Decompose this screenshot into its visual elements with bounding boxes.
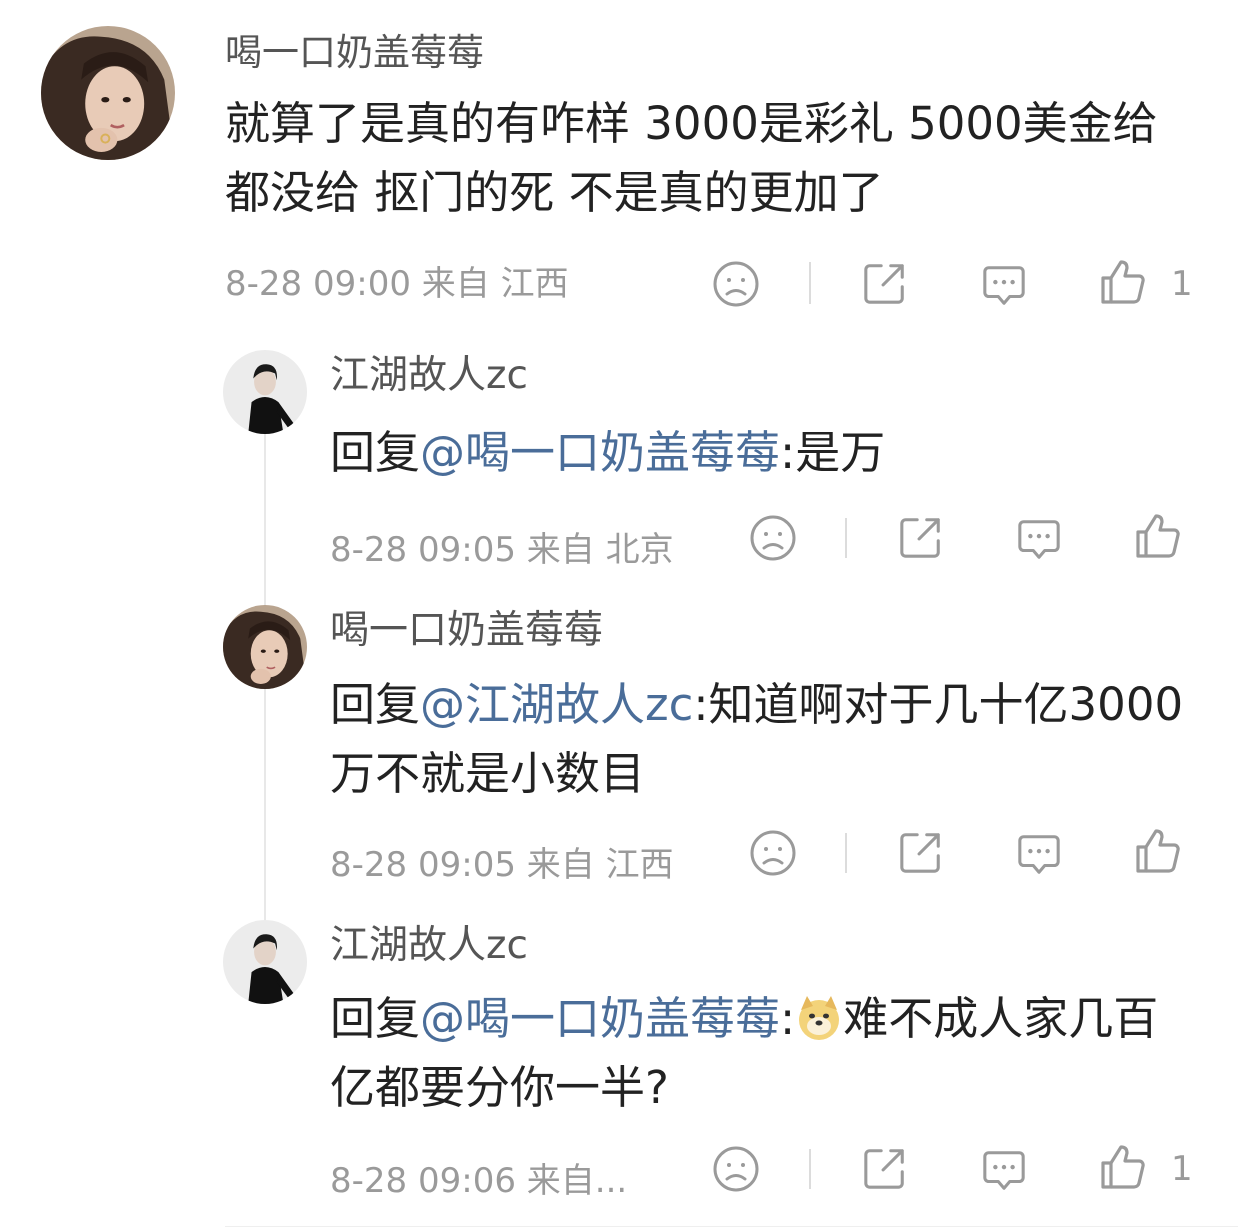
reply-body: : — [780, 992, 796, 1045]
thumbs-up-icon[interactable] — [1099, 258, 1147, 306]
share-icon[interactable] — [861, 260, 909, 306]
sad-face-icon[interactable] — [712, 260, 760, 308]
reply-meta: 8-28 09:05 来自 江西 — [330, 845, 674, 885]
avatar[interactable] — [223, 605, 307, 689]
thumbs-up-icon[interactable] — [1134, 827, 1182, 875]
comment-meta: 8-28 09:00 来自 江西 — [225, 264, 569, 304]
reply-text: 回复@喝一口奶盖莓莓: 难不成人家几百亿都要分你一半? — [330, 984, 1195, 1122]
separator — [845, 518, 847, 558]
reply-text: 回复@江湖故人zc:知道啊对于几十亿3000万不就是小数目 — [330, 670, 1195, 808]
reply-author[interactable]: 江湖故人zc — [330, 922, 528, 970]
thumbs-up-icon[interactable] — [1099, 1143, 1147, 1191]
share-icon[interactable] — [897, 514, 945, 560]
reply-body: :是万 — [780, 426, 886, 479]
comment-icon[interactable] — [980, 262, 1028, 308]
sad-face-icon[interactable] — [712, 1145, 760, 1193]
reply-text: 回复@喝一口奶盖莓莓:是万 — [330, 418, 1190, 487]
bottom-divider — [225, 1226, 1238, 1227]
comment-author[interactable]: 喝一口奶盖莓莓 — [225, 30, 484, 76]
separator — [809, 1149, 811, 1189]
share-icon[interactable] — [897, 829, 945, 875]
comment-text: 就算了是真的有咋样 3000是彩礼 5000美金给都没给 抠门的死 不是真的更加… — [225, 97, 1158, 219]
reply-meta: 8-28 09:05 来自 北京 — [330, 530, 674, 570]
avatar[interactable] — [41, 26, 175, 160]
avatar[interactable] — [223, 350, 307, 434]
share-icon[interactable] — [861, 1145, 909, 1191]
comment-icon[interactable] — [1015, 516, 1063, 562]
mention-link[interactable]: @喝一口奶盖莓莓 — [420, 426, 780, 479]
reply-prefix: 回复 — [330, 426, 421, 479]
reply-author[interactable]: 江湖故人zc — [330, 352, 528, 400]
reply-author[interactable]: 喝一口奶盖莓莓 — [330, 607, 603, 655]
mention-link[interactable]: @喝一口奶盖莓莓 — [420, 992, 780, 1045]
separator — [809, 262, 811, 304]
like-count: 1 — [1171, 264, 1193, 304]
avatar[interactable] — [223, 920, 307, 1004]
sad-face-icon[interactable] — [749, 829, 797, 877]
sad-face-icon[interactable] — [749, 514, 797, 562]
reply-prefix: 回复 — [330, 678, 421, 731]
doge-emoji — [795, 994, 843, 1042]
reply-meta: 8-28 09:06 来自... — [330, 1161, 628, 1201]
reply-prefix: 回复 — [330, 992, 421, 1045]
like-count: 1 — [1171, 1149, 1193, 1189]
thumbs-up-icon[interactable] — [1134, 512, 1182, 560]
mention-link[interactable]: @江湖故人zc — [420, 678, 693, 731]
separator — [845, 833, 847, 873]
comment-icon[interactable] — [980, 1147, 1028, 1193]
comment-icon[interactable] — [1015, 831, 1063, 877]
